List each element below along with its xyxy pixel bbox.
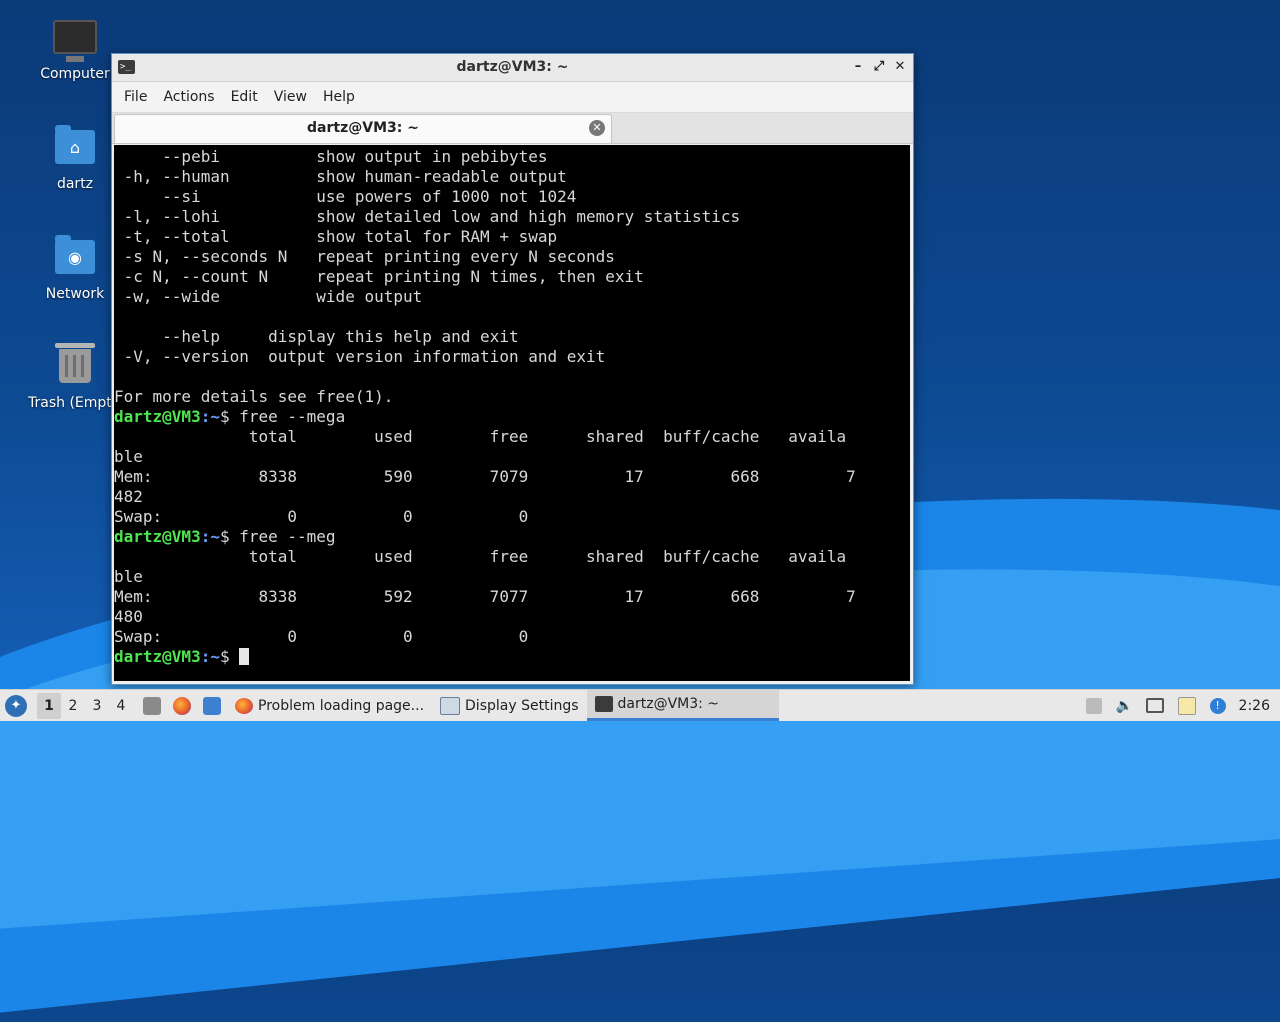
maximize-button[interactable]: ⤢	[869, 57, 889, 77]
desktop-icon-label: Computer	[40, 66, 110, 82]
help-line: --si use powers of 1000 not 1024	[114, 187, 577, 206]
output-line: Mem: 8338 592 7077 17 668 7	[114, 587, 856, 606]
menu-bar: File Actions Edit View Help	[112, 82, 913, 112]
prompt-line: dartz@VM3:~$ free --mega	[114, 407, 345, 426]
help-line: -h, --human show human-readable output	[114, 167, 567, 186]
output-line: 482	[114, 487, 143, 506]
output-line: Swap: 0 0 0	[114, 507, 529, 526]
clipboard-icon[interactable]	[1177, 696, 1196, 715]
prompt-user: dartz@VM3	[114, 527, 201, 546]
firefox-icon[interactable]	[173, 696, 191, 715]
task-label: dartz@VM3: ~	[617, 696, 720, 712]
prompt-line: dartz@VM3:~$ free --meg	[114, 527, 336, 546]
taskbar: ✦ 1 2 3 4 Problem loading page... Displa…	[0, 689, 1280, 721]
help-line: -t, --total show total for RAM + swap	[114, 227, 558, 246]
task-display-settings[interactable]: Display Settings	[432, 690, 586, 721]
prompt-user: dartz@VM3	[114, 407, 201, 426]
terminal-text: --pebi show output in pebibytes -h, --hu…	[114, 145, 910, 667]
network-folder-icon: ◉	[53, 235, 97, 280]
display-settings-icon	[440, 696, 461, 715]
menu-view[interactable]: View	[266, 89, 315, 105]
output-line: total used free shared buff/cache availa	[114, 547, 847, 566]
help-line: For more details see free(1).	[114, 387, 394, 406]
computer-icon	[53, 20, 97, 62]
help-line: -c N, --count N repeat printing N times,…	[114, 267, 644, 286]
output-line: total used free shared buff/cache availa	[114, 427, 847, 446]
desktop-icon-network[interactable]: ◉ Network	[27, 235, 123, 302]
close-button[interactable]: ✕	[890, 57, 910, 77]
task-terminal[interactable]: dartz@VM3: ~	[586, 690, 779, 721]
window-titlebar[interactable]: >_ dartz@VM3: ~ – ⤢ ✕	[112, 54, 913, 82]
terminal-icon	[594, 696, 613, 712]
command-text: $	[219, 647, 240, 666]
prompt-path: :~	[200, 647, 220, 666]
prompt-user: dartz@VM3	[114, 647, 201, 666]
desktop-icon-home[interactable]: ⌂ dartz	[27, 125, 123, 192]
desktop-icon-computer[interactable]: Computer	[27, 20, 123, 82]
desktop-icon-label: dartz	[56, 176, 94, 192]
command-text: $ free --meg	[219, 527, 336, 546]
home-folder-icon: ⌂	[53, 125, 97, 170]
menu-file[interactable]: File	[116, 89, 155, 105]
tab-bar: dartz@VM3: ~ ✕	[112, 112, 913, 144]
prompt-path: :~	[200, 407, 220, 426]
window-title: dartz@VM3: ~	[456, 59, 569, 75]
menu-actions[interactable]: Actions	[155, 89, 222, 105]
task-firefox[interactable]: Problem loading page...	[227, 690, 432, 721]
workspace-4[interactable]: 4	[109, 698, 133, 714]
prompt-line: dartz@VM3:~$	[114, 647, 250, 666]
output-line: ble	[114, 567, 143, 586]
text-cursor	[239, 648, 250, 665]
output-line: Swap: 0 0 0	[114, 627, 529, 646]
prompt-path: :~	[200, 527, 220, 546]
workspace-2[interactable]: 2	[61, 698, 85, 714]
help-line: --pebi show output in pebibytes	[114, 147, 548, 166]
desktop-icon[interactable]	[203, 696, 221, 715]
tab-close-icon[interactable]: ✕	[589, 120, 605, 136]
output-line: 480	[114, 607, 143, 626]
menu-help[interactable]: Help	[315, 89, 363, 105]
terminal-window: >_ dartz@VM3: ~ – ⤢ ✕ File Actions Edit …	[111, 53, 914, 685]
clock[interactable]: 2:26	[1239, 698, 1270, 714]
help-line: --help display this help and exit	[114, 327, 519, 346]
tab-label: dartz@VM3: ~	[307, 120, 419, 136]
tab-terminal[interactable]: dartz@VM3: ~ ✕	[114, 114, 612, 143]
task-label: Display Settings	[465, 697, 579, 714]
help-line: -w, --wide wide output	[114, 287, 423, 306]
network-icon[interactable]	[1145, 698, 1164, 713]
output-line: ble	[114, 447, 143, 466]
file-manager-icon[interactable]	[143, 696, 161, 715]
workspace-3[interactable]: 3	[85, 698, 109, 714]
help-line: -V, --version output version information…	[114, 347, 606, 366]
volume-icon[interactable]: 🔈	[1116, 698, 1133, 714]
firefox-icon	[235, 697, 253, 714]
output-line: Mem: 8338 590 7079 17 668 7	[114, 467, 856, 486]
update-notifier-icon[interactable]: !	[1209, 697, 1226, 714]
task-label: Problem loading page...	[258, 697, 425, 714]
removable-drive-icon[interactable]	[1085, 697, 1102, 714]
trash-icon	[53, 343, 97, 389]
help-line: -s N, --seconds N repeat printing every …	[114, 247, 615, 266]
minimize-button[interactable]: –	[848, 57, 868, 77]
help-line: -l, --lohi show detailed low and high me…	[114, 207, 741, 226]
terminal-output[interactable]: --pebi show output in pebibytes -h, --hu…	[114, 145, 910, 681]
workspace-1[interactable]: 1	[37, 692, 61, 719]
app-menu-icon[interactable]: ✦	[5, 694, 27, 717]
menu-edit[interactable]: Edit	[223, 89, 266, 105]
system-tray: 🔈 ! 2:26	[1079, 690, 1280, 721]
command-text: $ free --mega	[219, 407, 346, 426]
desktop-icon-label: Network	[45, 286, 105, 302]
